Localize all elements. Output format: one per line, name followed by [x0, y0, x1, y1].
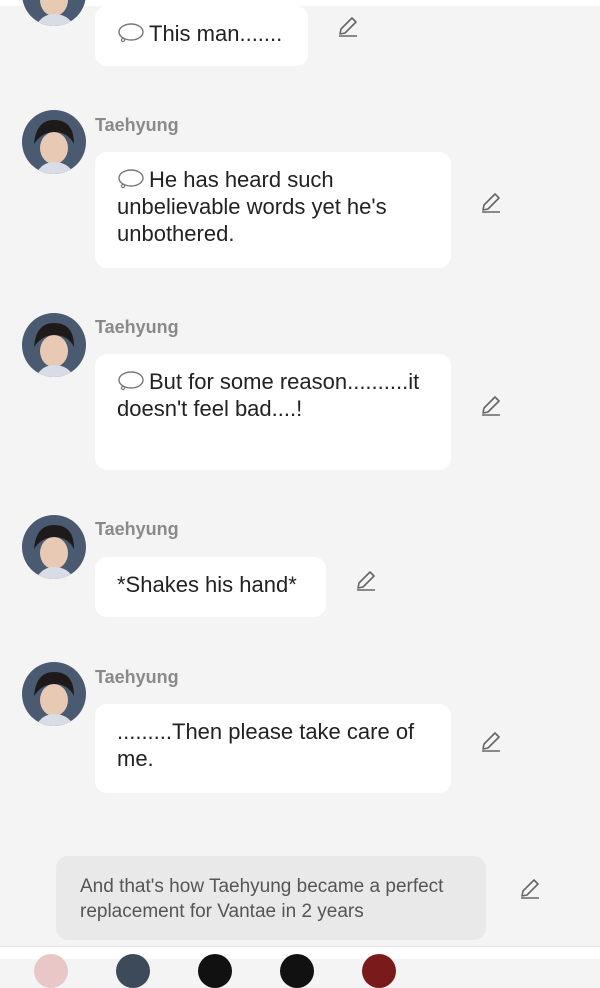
avatar[interactable] — [22, 662, 86, 726]
pencil-icon[interactable] — [336, 14, 360, 38]
avatar[interactable] — [22, 515, 86, 579]
sender-name: Taehyung — [95, 317, 179, 337]
message-bubble: He has heard such unbelievable words yet… — [95, 152, 451, 268]
thought-bubble-icon — [118, 371, 144, 391]
character-avatar[interactable] — [198, 954, 232, 988]
top-strip — [0, 0, 600, 6]
message-text: He has heard such unbelievable words yet… — [117, 167, 387, 246]
sender-name: Taehyung — [95, 667, 179, 687]
character-avatar[interactable] — [280, 954, 314, 988]
avatar[interactable] — [22, 313, 86, 377]
sender-name: Taehyung — [95, 519, 179, 539]
thought-bubble-icon — [118, 23, 144, 43]
message-text: *Shakes his hand* — [117, 572, 297, 597]
message-bubble: But for some reason..........it doesn't … — [95, 354, 451, 470]
avatar[interactable] — [22, 110, 86, 174]
character-avatar[interactable] — [34, 954, 68, 988]
message-text: This man....... — [149, 21, 283, 46]
pencil-icon[interactable] — [479, 393, 503, 417]
pencil-icon[interactable] — [354, 568, 378, 592]
message-text: But for some reason..........it doesn't … — [117, 369, 420, 421]
character-avatar[interactable] — [362, 954, 396, 988]
sender-name: Taehyung — [95, 115, 179, 135]
message-bubble: This man....... — [95, 6, 308, 66]
message-text: .........Then please take care of me. — [117, 719, 415, 771]
message-bubble: .........Then please take care of me. — [95, 704, 451, 793]
pencil-icon[interactable] — [479, 190, 503, 214]
character-avatar[interactable] — [116, 954, 150, 988]
message-bubble: *Shakes his hand* — [95, 557, 326, 617]
pencil-icon[interactable] — [479, 729, 503, 753]
narration-box: And that's how Taehyung became a perfect… — [56, 856, 486, 940]
pencil-icon[interactable] — [518, 876, 542, 900]
narration-text: And that's how Taehyung became a perfect… — [80, 876, 444, 922]
thought-bubble-icon — [118, 169, 144, 189]
avatar[interactable] — [22, 0, 86, 26]
